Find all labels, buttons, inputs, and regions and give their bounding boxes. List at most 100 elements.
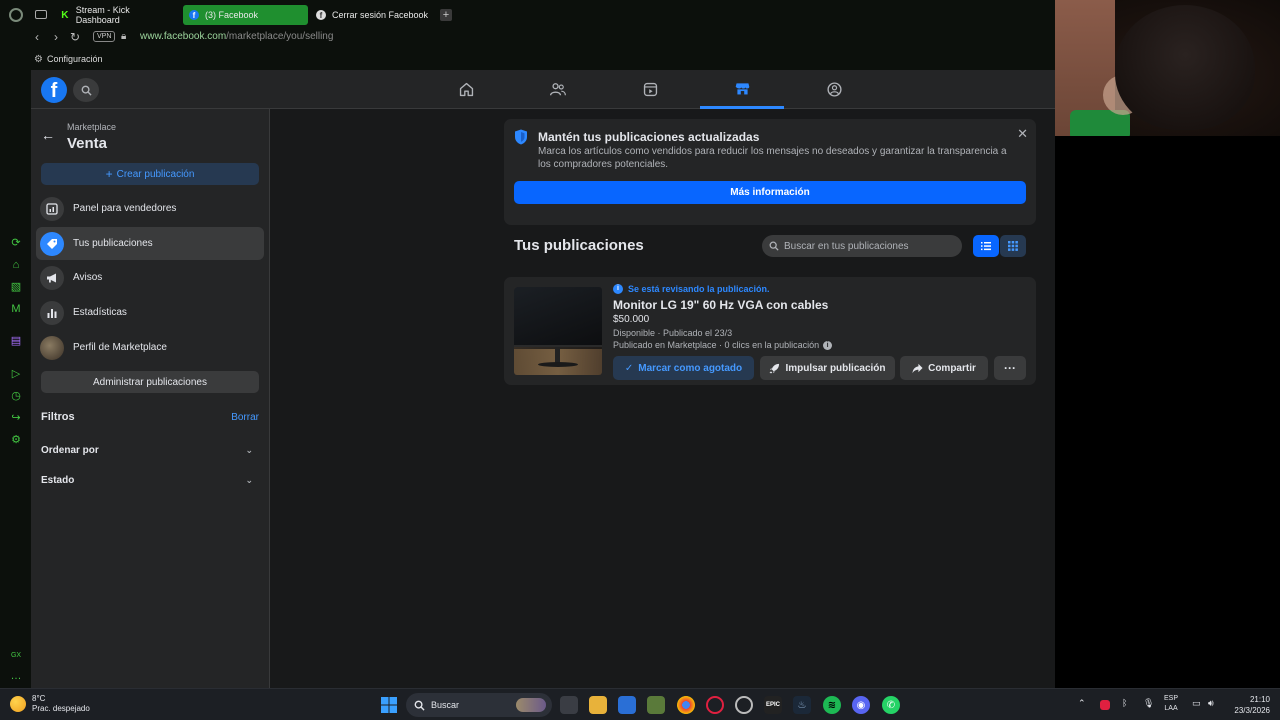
opera-gx-icon[interactable]: [706, 696, 724, 714]
lock-icon[interactable]: 🔒︎: [121, 31, 126, 42]
tab-cerrar-sesion[interactable]: f Cerrar sesión Facebook: [310, 5, 435, 25]
listing-title[interactable]: Monitor LG 19" 60 Hz VGA con cables: [613, 298, 828, 312]
create-listing-button[interactable]: + Crear publicación: [41, 163, 259, 185]
thumbnail-base: [538, 362, 578, 367]
listing-card[interactable]: i Se está revisando la publicación. Moni…: [504, 277, 1036, 385]
mark-as-sold-label: Marcar como agotado: [638, 362, 743, 374]
back-arrow-icon[interactable]: ←: [41, 127, 55, 143]
volume-icon[interactable]: 🔊︎: [1208, 698, 1214, 709]
language-primary: ESP: [1164, 695, 1179, 702]
grid-icon: [1008, 241, 1018, 251]
marketplace-icon: [735, 82, 749, 94]
twitch-icon[interactable]: ▤: [10, 335, 22, 347]
nav-watch[interactable]: [608, 70, 692, 109]
discord-icon[interactable]: ◉: [852, 696, 870, 714]
whatsapp-icon[interactable]: ✆: [882, 696, 900, 714]
sidebar-item-seller-dashboard[interactable]: Panel para vendedores: [36, 192, 264, 225]
clock-icon[interactable]: ◷: [10, 390, 22, 402]
list-view-button[interactable]: [973, 235, 999, 257]
clock[interactable]: 21:10 23/3/2026: [1228, 694, 1270, 716]
browser-sidebar: ⟳ ⌂ ▧ M ▤ ▷ ◷ ↪ ⚙ GX …: [0, 70, 31, 688]
sidebar-item-your-listings[interactable]: Tus publicaciones: [36, 227, 264, 260]
page-title: Venta: [67, 135, 108, 152]
tabs-menu-icon[interactable]: [35, 10, 47, 19]
microphone-icon[interactable]: 🎙︎: [1143, 698, 1154, 709]
play-icon[interactable]: ▷: [10, 368, 22, 380]
tab-label: (3) Facebook: [205, 10, 259, 20]
tab-facebook[interactable]: f (3) Facebook: [183, 5, 308, 25]
forward-icon[interactable]: ›: [54, 30, 58, 44]
tray-expand-icon[interactable]: ⌃: [1078, 698, 1086, 709]
spotify-icon[interactable]: ≋: [823, 696, 841, 714]
taskbar-search[interactable]: Buscar: [406, 693, 552, 717]
nav-friends[interactable]: [516, 70, 600, 109]
windows-start-icon[interactable]: [380, 696, 398, 714]
vpn-badge[interactable]: VPN: [93, 31, 116, 42]
opera-gx-logo[interactable]: [9, 8, 23, 22]
watch-icon: [643, 82, 657, 97]
tab-label: Cerrar sesión Facebook: [332, 10, 429, 20]
steam-icon[interactable]: ♨: [793, 696, 811, 714]
minecraft-icon[interactable]: [647, 696, 665, 714]
nav-home[interactable]: [424, 70, 508, 109]
sidebar-item-announcements[interactable]: Avisos: [36, 261, 264, 294]
gx-icon[interactable]: GX: [10, 650, 22, 662]
filters-clear-link[interactable]: Borrar: [231, 412, 259, 423]
weather-widget[interactable]: 8°C Prac. despejado: [10, 694, 90, 714]
search-icon: [769, 241, 779, 251]
manage-listings-button[interactable]: Administrar publicaciones: [41, 371, 259, 393]
info-icon[interactable]: i: [823, 340, 833, 350]
extension-icon[interactable]: ▧: [10, 281, 22, 293]
mark-as-sold-button[interactable]: ✓ Marcar como agotado: [613, 356, 754, 380]
epic-games-icon[interactable]: EPIC: [764, 696, 782, 714]
task-view-icon[interactable]: [560, 696, 578, 714]
main-content: Mantén tus publicaciones actualizadas Ma…: [270, 109, 1258, 688]
tab-kick-dashboard[interactable]: K Stream - Kick Dashboard: [54, 5, 180, 25]
bluetooth-icon[interactable]: ᛒ: [1122, 698, 1127, 708]
network-icon[interactable]: ▭: [1192, 698, 1201, 709]
chrome-icon[interactable]: [677, 696, 695, 714]
nav-marketplace[interactable]: [700, 70, 784, 109]
nav-groups[interactable]: [792, 70, 876, 109]
sidebar-item-marketplace-profile[interactable]: Perfil de Marketplace: [36, 331, 264, 364]
more-options-button[interactable]: ···: [994, 356, 1026, 380]
robot-icon[interactable]: ⌂: [10, 259, 22, 271]
facebook-logo[interactable]: f: [41, 77, 67, 103]
filter-sort-by[interactable]: Ordenar por ⌄: [41, 441, 259, 459]
m-icon[interactable]: M: [10, 303, 22, 315]
messenger-icon[interactable]: ⟳: [10, 237, 22, 249]
notice-body: Marca los artículos como vendidos para r…: [538, 146, 1007, 170]
plus-icon: +: [105, 167, 113, 181]
sidebar-item-label: Perfil de Marketplace: [73, 342, 167, 353]
reload-icon[interactable]: ↻: [70, 30, 80, 44]
bookmark-configuracion[interactable]: Configuración: [47, 54, 103, 64]
search-button[interactable]: [73, 78, 99, 102]
photos-icon[interactable]: [618, 696, 636, 714]
share-icon[interactable]: ↪: [10, 412, 22, 424]
new-tab-button[interactable]: +: [440, 9, 452, 21]
language-indicator[interactable]: ESP LAA: [1164, 694, 1178, 714]
boost-listing-button[interactable]: Impulsar publicación: [760, 356, 895, 380]
address-bar[interactable]: www.facebook.com/marketplace/you/selling: [140, 31, 333, 42]
grid-view-button[interactable]: [1000, 235, 1026, 257]
listing-thumbnail[interactable]: [514, 287, 602, 375]
file-explorer-icon[interactable]: [589, 696, 607, 714]
breadcrumb[interactable]: Marketplace: [67, 122, 116, 132]
publications-title: Tus publicaciones: [514, 237, 644, 254]
share-button[interactable]: Compartir: [900, 356, 988, 380]
back-icon[interactable]: ‹: [35, 30, 39, 44]
settings-icon[interactable]: ⚙: [10, 434, 22, 446]
facebook-icon: f: [316, 10, 326, 20]
tab-label: Stream - Kick Dashboard: [75, 5, 130, 25]
publications-search-input[interactable]: Buscar en tus publicaciones: [762, 235, 962, 257]
more-info-button[interactable]: Más información: [514, 181, 1026, 204]
tray-app-icon[interactable]: [1100, 700, 1110, 710]
list-icon: [981, 242, 991, 251]
app-icon[interactable]: [735, 696, 753, 714]
facebook-icon: f: [189, 10, 199, 20]
filter-status[interactable]: Estado ⌄: [41, 471, 259, 489]
sidebar-item-statistics[interactable]: Estadísticas: [36, 296, 264, 329]
facebook-header: f: [31, 70, 1055, 109]
close-icon[interactable]: ✕: [1017, 126, 1028, 142]
more-icon[interactable]: …: [10, 670, 22, 682]
